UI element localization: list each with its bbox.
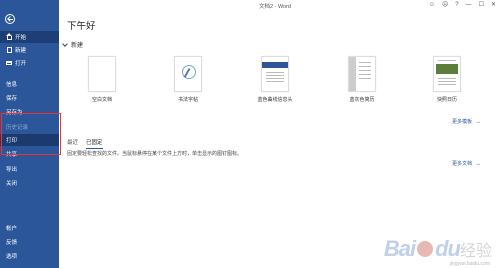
sidebar-item-label: 选项 — [6, 254, 18, 260]
sidebar-item-label: 导出 — [6, 167, 18, 173]
sidebar-item-label: 开始 — [15, 35, 27, 41]
minimize-icon[interactable]: — — [466, 1, 472, 9]
watermark-cn: 经验 — [459, 243, 492, 260]
sidebar-item-account[interactable]: 帐户 — [0, 222, 59, 234]
sidebar-item-save[interactable]: 保存 — [0, 92, 59, 104]
watermark-brand: Bai — [383, 236, 416, 261]
template-label: 蓝灰色简历 — [349, 97, 375, 103]
frown-icon[interactable]: ☹ — [442, 1, 448, 9]
template-blank[interactable]: 空白文档 — [79, 56, 125, 103]
help-icon[interactable]: ? — [455, 1, 458, 9]
sidebar-item-label: 帐户 — [6, 226, 18, 232]
watermark-brand-suffix: du — [435, 236, 461, 261]
sidebar-item-label: 新建 — [15, 48, 27, 54]
new-section-label: 新建 — [71, 43, 84, 49]
backstage-main: 下午好 新建 空白文档 书法字帖 蓝色曲线信息头 蓝灰色简历 快照日历 更多模板… — [59, 12, 500, 268]
template-calligraphy[interactable]: 书法字帖 — [165, 56, 211, 103]
more-templates-link[interactable]: 更多模板 → — [452, 118, 482, 126]
sidebar-item-export[interactable]: 导出 — [0, 163, 59, 175]
new-section-header[interactable]: 新建 — [62, 40, 84, 49]
chevron-down-icon — [62, 40, 68, 47]
watermark-url: jingyan.baidu.com — [449, 261, 490, 267]
template-label: 蓝色曲线信息头 — [257, 97, 293, 103]
template-label: 空白文档 — [91, 97, 112, 103]
more-templates-label: 更多模板 — [452, 119, 473, 125]
template-calendar[interactable]: 快照日历 — [424, 56, 470, 103]
title-bar: 文档2 - Word ☺ ☹ ? — ☐ ✕ — [59, 0, 500, 12]
template-label: 快照日历 — [436, 97, 457, 103]
sidebar-item-new[interactable]: 新建 — [0, 44, 59, 56]
tab-pinned[interactable]: 已固定 — [86, 138, 103, 149]
sidebar-item-open[interactable]: 打开 — [0, 57, 59, 69]
sidebar-item-info[interactable]: 信息 — [0, 78, 59, 90]
template-thumbnail — [433, 56, 461, 92]
window-title: 文档2 - Word — [259, 4, 291, 10]
home-icon — [5, 33, 12, 40]
sidebar-item-label: 反馈 — [6, 240, 18, 246]
highlight-box — [1, 113, 61, 155]
maximize-icon[interactable]: ☐ — [479, 1, 484, 9]
quill-icon — [182, 65, 196, 79]
sidebar-item-label: 保存 — [6, 96, 18, 102]
sidebar-item-close[interactable]: 关闭 — [0, 177, 59, 189]
tab-recent[interactable]: 最近 — [67, 138, 78, 149]
paw-icon — [417, 241, 434, 257]
sidebar-item-label: 信息 — [6, 82, 18, 88]
open-folder-icon — [6, 61, 12, 65]
template-thumbnail — [174, 56, 202, 92]
template-blue-curve[interactable]: 蓝色曲线信息头 — [252, 56, 298, 103]
sidebar-item-label: 关闭 — [6, 181, 18, 187]
sidebar-item-label: 打开 — [15, 61, 27, 67]
sidebar-item-home[interactable]: 开始 — [0, 31, 59, 43]
page-title: 下午好 — [67, 21, 96, 32]
template-resume[interactable]: 蓝灰色简历 — [339, 56, 385, 103]
new-doc-icon — [6, 47, 12, 53]
arrow-right-icon: → — [475, 160, 482, 167]
template-label: 书法字帖 — [177, 97, 198, 103]
baidu-watermark: Bai du 经验 — [384, 236, 492, 262]
template-thumbnail — [348, 56, 376, 92]
more-documents-link[interactable]: 更多文档 → — [452, 160, 482, 168]
sidebar-item-options[interactable]: 选项 — [0, 250, 59, 262]
template-thumbnail — [261, 56, 289, 92]
smiley-icon[interactable]: ☺ — [429, 1, 435, 9]
pinned-empty-message: 固定要轻松查找的文件。当鼠标悬停在某个文件上方时，单击显示的图钉图标。 — [67, 151, 243, 157]
back-arrow-icon[interactable] — [5, 14, 15, 24]
more-documents-label: 更多文档 — [452, 161, 473, 167]
close-icon[interactable]: ✕ — [491, 1, 496, 9]
template-thumbnail — [88, 56, 116, 92]
sidebar-item-feedback[interactable]: 反馈 — [0, 236, 59, 248]
arrow-right-icon: → — [475, 118, 482, 125]
recent-pinned-tabs: 最近 已固定 — [67, 138, 103, 149]
